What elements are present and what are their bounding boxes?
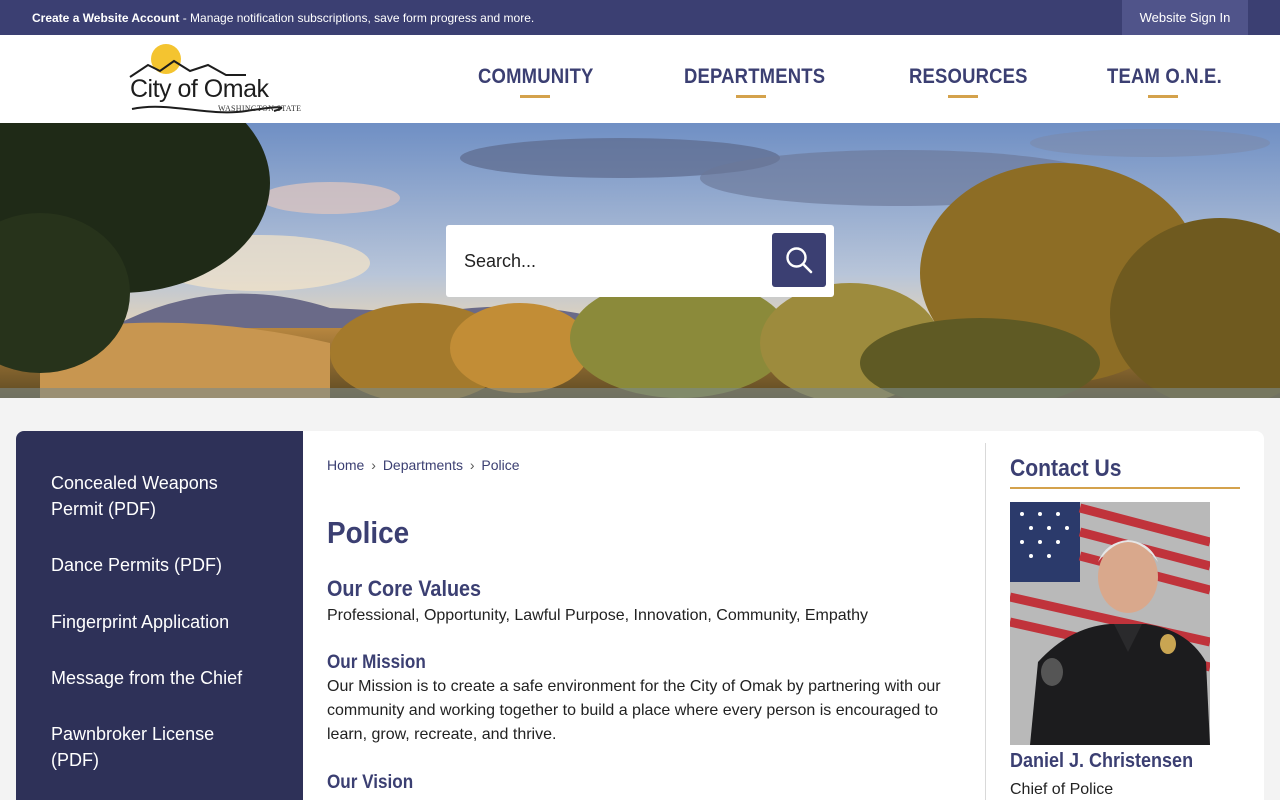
logo-state: WASHINGTON STATE [218, 104, 302, 113]
core-values-text: Professional, Opportunity, Lawful Purpos… [327, 607, 869, 624]
nav-community-underline [520, 95, 550, 98]
chief-portrait-image [1010, 502, 1210, 745]
chief-photo [1010, 502, 1210, 745]
magnifier-icon [786, 247, 813, 274]
vision-heading: Our Vision [327, 772, 414, 793]
sidebar-item-dance-permits[interactable]: Dance Permits (PDF) [51, 552, 251, 578]
city-logo[interactable]: City of Omak WASHINGTON STATE [128, 41, 313, 117]
breadcrumb-separator: › [469, 457, 475, 473]
nav-resources[interactable]: RESOURCES [909, 65, 1028, 89]
nav-resources-underline [948, 95, 978, 98]
search-input[interactable] [464, 247, 764, 275]
site-header: City of Omak WASHINGTON STATE COMMUNITY … [0, 35, 1280, 123]
account-notice-text: - Manage notification subscriptions, sav… [179, 11, 535, 25]
nav-team-one[interactable]: TEAM O.N.E. [1107, 65, 1222, 89]
contact-title-rule [1010, 487, 1240, 489]
sidebar-item-fingerprint[interactable]: Fingerprint Application [51, 609, 251, 635]
nav-team-one-underline [1148, 95, 1178, 98]
page-title: Police [327, 515, 410, 550]
mission-text: Our Mission is to create a safe environm… [327, 678, 941, 743]
mission-heading: Our Mission [327, 652, 426, 673]
nav-community[interactable]: COMMUNITY [478, 65, 594, 89]
site-search [446, 225, 834, 297]
core-values-heading: Our Core Values [327, 576, 482, 601]
breadcrumb-home[interactable]: Home [327, 457, 364, 473]
contact-panel: Contact Us Daniel J. Christensen Chief o… [1010, 431, 1240, 800]
logo-wordmark: City of Omak [130, 75, 269, 103]
nav-departments-underline [736, 95, 766, 98]
breadcrumb-police[interactable]: Police [481, 457, 519, 473]
chief-role: Chief of Police [1010, 781, 1114, 798]
page-content: Concealed Weapons Permit (PDF) Dance Per… [16, 431, 1264, 800]
website-sign-in-button[interactable]: Website Sign In [1122, 0, 1248, 35]
search-button[interactable] [772, 233, 826, 287]
create-account-link[interactable]: Create a Website Account [32, 11, 179, 25]
breadcrumb-departments[interactable]: Departments [383, 457, 463, 473]
column-divider [985, 443, 986, 800]
nav-departments[interactable]: DEPARTMENTS [684, 65, 825, 89]
breadcrumb-separator: › [371, 457, 376, 473]
account-notice: Create a Website Account - Manage notifi… [32, 11, 534, 25]
sidebar-item-concealed-weapons[interactable]: Concealed Weapons Permit (PDF) [51, 470, 251, 522]
main-article: Home › Departments › Police Police Our C… [327, 431, 987, 800]
contact-title: Contact Us [1010, 455, 1122, 482]
chief-name[interactable]: Daniel J. Christensen [1010, 750, 1193, 773]
department-sidebar: Concealed Weapons Permit (PDF) Dance Per… [16, 431, 303, 800]
sidebar-item-message-chief[interactable]: Message from the Chief [51, 665, 251, 691]
sidebar-item-pawnbroker[interactable]: Pawnbroker License (PDF) [51, 721, 251, 773]
utility-bar: Create a Website Account - Manage notifi… [0, 0, 1280, 35]
breadcrumb: Home › Departments › Police [327, 457, 520, 473]
